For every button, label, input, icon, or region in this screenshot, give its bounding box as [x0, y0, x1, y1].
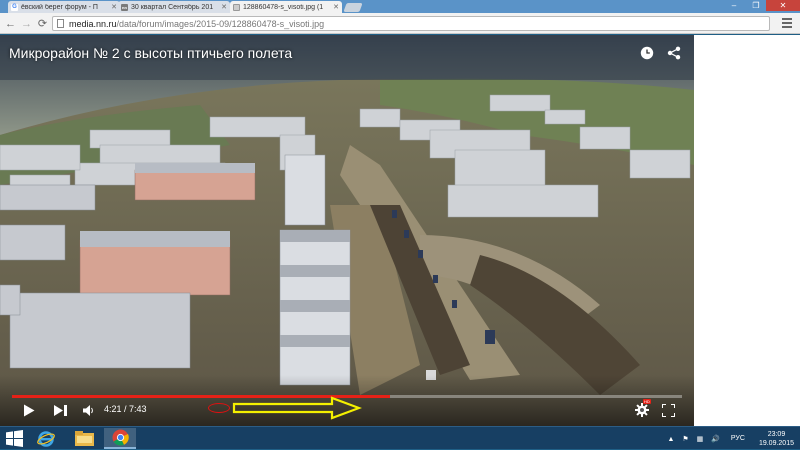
google-favicon-icon: G — [11, 3, 18, 11]
hd-badge: HD — [643, 399, 651, 404]
url-host: media.nn.ru — [69, 18, 117, 29]
tab-kvartal[interactable]: nn 30 квартал Сентябрь 201 ✕ — [118, 1, 230, 13]
reload-button[interactable]: ⟳ — [36, 17, 49, 30]
new-tab-button[interactable] — [343, 3, 363, 12]
minimize-button[interactable]: – — [722, 0, 746, 11]
play-icon — [24, 404, 35, 416]
chrome-icon — [112, 429, 129, 446]
address-bar[interactable]: media.nn.ru/data/forum/images/2015-09/12… — [52, 16, 770, 31]
taskbar-clock[interactable]: 23:09 19.09.2015 — [759, 430, 794, 448]
next-icon — [54, 404, 67, 416]
aerial-scene-image — [0, 35, 694, 426]
tab-close-icon[interactable]: ✕ — [221, 3, 227, 11]
clock-date: 19.09.2015 — [758, 439, 794, 447]
image-favicon-icon — [233, 3, 240, 11]
tab-forum[interactable]: G ёвский берег форум - П ✕ — [8, 1, 120, 13]
file-explorer-icon — [74, 431, 94, 446]
tab-title: ёвский берег форум - П — [21, 3, 98, 11]
taskbar-file-explorer[interactable] — [68, 428, 100, 449]
tab-close-icon[interactable]: ✕ — [111, 3, 117, 11]
annotation-ellipse — [208, 403, 230, 413]
chrome-menu-icon[interactable] — [782, 18, 792, 28]
tab-title: 30 квартал Сентябрь 201 — [131, 3, 214, 11]
windows-taskbar: ▲ ⚑ ▦ 🔊 РУС 23:09 19.09.2015 — [0, 426, 800, 449]
nn-favicon-icon: nn — [121, 3, 128, 11]
time-display: 4:21 / 7:43 — [104, 404, 147, 414]
current-time: 4:21 — [104, 404, 122, 414]
language-indicator[interactable]: РУС — [731, 435, 745, 442]
tray-icons[interactable]: ▲ ⚑ ▦ 🔊 — [668, 435, 723, 443]
tab-image[interactable]: 128860478-s_visoti.jpg (1 ✕ — [230, 1, 342, 13]
volume-icon — [82, 404, 93, 416]
share-icon[interactable] — [667, 46, 681, 60]
browser-toolbar: ← → ⟳ media.nn.ru/data/forum/images/2015… — [0, 13, 800, 34]
video-title[interactable]: Микрорайон № 2 с высоты птичьего полета — [9, 45, 292, 61]
system-tray: ▲ ⚑ ▦ 🔊 РУС 23:09 19.09.2015 — [668, 427, 800, 450]
time-separator: / — [121, 404, 130, 414]
play-button[interactable] — [20, 401, 38, 419]
browser-titlebar: G ёвский берег форум - П ✕ nn 30 квартал… — [0, 0, 800, 13]
tab-close-icon[interactable]: ✕ — [333, 3, 339, 11]
url-path: /data/forum/images/2015-09/128860478-s_v… — [116, 18, 325, 29]
fullscreen-icon — [661, 403, 675, 417]
close-window-button[interactable]: ✕ — [766, 0, 800, 11]
taskbar-chrome[interactable] — [104, 428, 136, 449]
duration: 7:43 — [129, 404, 147, 414]
fullscreen-button[interactable] — [659, 401, 677, 419]
page-viewport: Микрорайон № 2 с высоты птичьего полета … — [0, 35, 800, 426]
clock-time: 23:09 — [767, 430, 786, 438]
clock-icon[interactable] — [640, 46, 654, 60]
windows-start-icon[interactable] — [6, 430, 23, 447]
taskbar-ie[interactable] — [30, 428, 62, 449]
video-player[interactable]: Микрорайон № 2 с высоты птичьего полета … — [0, 35, 694, 426]
forward-button[interactable]: → — [20, 17, 33, 30]
next-button[interactable] — [52, 401, 70, 419]
settings-gear-icon — [635, 403, 649, 417]
annotation-arrow-icon — [232, 396, 362, 420]
internet-explorer-icon — [37, 430, 55, 447]
page-icon — [57, 19, 64, 28]
back-button[interactable]: ← — [4, 17, 17, 30]
tab-title: 128860478-s_visoti.jpg (1 — [243, 3, 324, 11]
volume-button[interactable] — [80, 401, 96, 419]
maximize-button[interactable]: ❐ — [746, 0, 766, 11]
